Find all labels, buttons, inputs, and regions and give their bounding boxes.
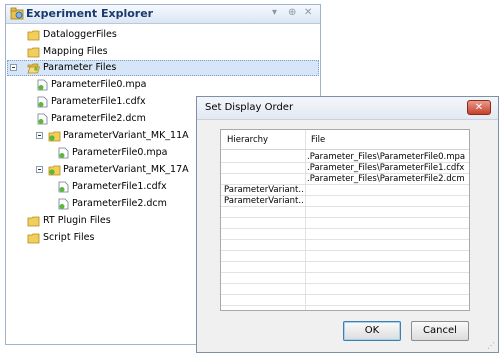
parameter-file-icon <box>37 113 48 125</box>
tree-item-label: ParameterFile0.mpa <box>51 79 147 90</box>
file-cell: .Parameter_Files\ParameterFile1.cdfx <box>307 163 465 173</box>
explorer-header: Experiment Explorer ▾ ⊕ ✕ <box>6 5 320 24</box>
tree-item-label: ParameterFile2.dcm <box>72 198 167 209</box>
empty-row <box>221 273 469 284</box>
variant-folder-icon <box>48 165 61 176</box>
tree-item-label: ParameterFile2.dcm <box>51 113 146 124</box>
tree-item-label: Mapping Files <box>43 46 108 57</box>
dropdown-icon[interactable]: ▾ <box>272 7 277 18</box>
collapse-icon[interactable] <box>36 132 43 139</box>
folder-icon <box>27 233 40 244</box>
parameter-file-icon <box>58 147 69 159</box>
empty-row <box>221 218 469 229</box>
table-row[interactable]: .Parameter_Files\ParameterFile0.mpa <box>221 152 469 163</box>
dialog-titlebar[interactable]: Set Display Order ✕ <box>197 97 498 120</box>
parameter-file-icon <box>58 181 69 193</box>
folder-icon <box>27 47 40 58</box>
tree-item-label: RT Plugin Files <box>43 215 111 226</box>
collapse-icon[interactable] <box>10 64 17 71</box>
table-row[interactable]: ParameterVariant... <box>221 196 469 207</box>
explorer-title: Experiment Explorer <box>26 7 154 20</box>
table-row[interactable]: .Parameter_Files\ParameterFile1.cdfx <box>221 163 469 174</box>
close-icon[interactable]: ✕ <box>304 7 312 18</box>
folder-icon <box>27 216 40 227</box>
empty-row <box>221 295 469 306</box>
cancel-button[interactable]: Cancel <box>411 321 469 341</box>
folder-icon <box>27 30 40 41</box>
empty-row <box>221 262 469 273</box>
hierarchy-cell: ParameterVariant... <box>224 196 304 206</box>
pin-icon[interactable]: ⊕ <box>288 7 296 18</box>
file-cell: .Parameter_Files\ParameterFile2.dcm <box>307 174 465 184</box>
ok-button[interactable]: OK <box>343 321 401 341</box>
grid-header: Hierarchy File <box>221 130 469 150</box>
parameter-file-icon <box>37 96 48 108</box>
file-cell: .Parameter_Files\ParameterFile0.mpa <box>307 152 466 162</box>
empty-row <box>221 229 469 240</box>
tree-item-label: ParameterFile0.mpa <box>72 147 168 158</box>
explorer-icon <box>10 7 24 20</box>
parameter-file-icon <box>58 198 69 210</box>
set-display-order-dialog: Set Display Order ✕ Hierarchy File .Para… <box>196 96 499 353</box>
tree-item-label: DataloggerFiles <box>43 29 117 40</box>
table-row[interactable]: ParameterVariant... <box>221 185 469 196</box>
tree-item-label: ParameterVariant_MK_17A <box>63 164 189 175</box>
parameter-file-icon <box>37 79 48 91</box>
tree-item-label: Parameter Files <box>43 62 117 73</box>
table-row[interactable]: .Parameter_Files\ParameterFile2.dcm <box>221 174 469 185</box>
collapse-icon[interactable] <box>36 166 43 173</box>
tree-item-label: Script Files <box>43 232 95 243</box>
empty-row <box>221 207 469 218</box>
variant-folder-icon <box>48 131 61 142</box>
empty-row <box>221 284 469 295</box>
resize-grip-icon[interactable]: ⋰ <box>487 341 495 350</box>
tree-item-label: ParameterFile1.cdfx <box>51 96 146 107</box>
column-header-file[interactable]: File <box>311 135 325 145</box>
empty-row <box>221 240 469 251</box>
hierarchy-cell: ParameterVariant... <box>224 185 304 195</box>
tree-item-label: ParameterVariant_MK_11A <box>63 130 189 141</box>
tree-item-label: ParameterFile1.cdfx <box>72 181 167 192</box>
display-order-grid[interactable]: Hierarchy File .Parameter_Files\Paramete… <box>220 129 470 311</box>
close-button[interactable]: ✕ <box>467 100 491 115</box>
column-header-hierarchy[interactable]: Hierarchy <box>227 135 268 145</box>
empty-row <box>221 251 469 262</box>
dialog-title: Set Display Order <box>205 102 294 113</box>
folder-open-icon <box>27 63 40 74</box>
close-icon: ✕ <box>474 102 484 113</box>
